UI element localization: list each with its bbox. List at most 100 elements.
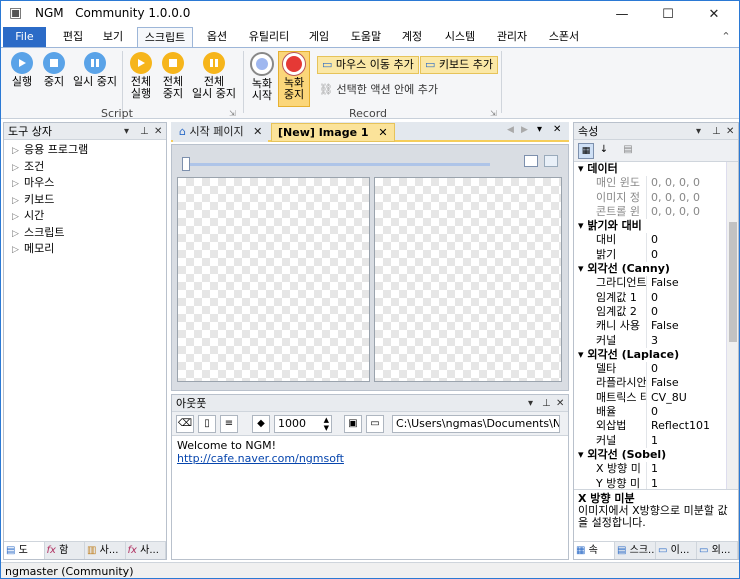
tab-user-2[interactable]: fx 사... [126,542,166,559]
pin-icon[interactable]: ⊥ [542,395,551,412]
tab-system[interactable]: 시스템 [437,27,483,47]
tab-list-icon[interactable]: ▾ [537,124,542,135]
folder-icon[interactable]: ▭ [366,415,384,433]
maximize-button[interactable]: ☐ [645,1,691,27]
save-icon[interactable]: ▣ [344,415,362,433]
property-row[interactable]: 임계값 10 [574,290,738,305]
tab-new-image[interactable]: [New] Image 1 ✕ [271,123,395,142]
document-icon[interactable]: ▯ [198,415,216,433]
tab-admin[interactable]: 관리자 [489,27,535,47]
property-row[interactable]: 델타 0 [574,362,738,377]
property-row[interactable]: X 방향 미1 [574,462,738,477]
tab-start-page[interactable]: ⌂ 시작 페이지 ✕ [173,123,269,142]
expand-icon[interactable]: ▷ [12,209,24,225]
property-row[interactable]: 그라디언트 False [574,276,738,291]
tree-item-time[interactable]: ▷ 시간 [4,208,166,225]
tab-external[interactable]: ▭ 외... [697,542,738,559]
tab-user-1[interactable]: ▥ 사... [85,542,126,559]
category-brightness[interactable]: ▾ 밝기와 대비 [574,219,738,234]
properties-scrollbar[interactable] [726,162,738,489]
tab-game[interactable]: 게임 [301,27,337,47]
pause-button[interactable]: 일시 중지 [71,52,119,88]
single-view-icon[interactable] [524,155,538,167]
dropdown-icon[interactable]: ▾ [696,123,701,140]
tab-script[interactable]: 스크립트 [137,27,193,48]
add-mouse-move-button[interactable]: ▭ 마우스 이동 추가 [317,56,419,74]
scroll-right-icon[interactable]: ▶ [521,125,528,135]
add-in-selected-action-button[interactable]: ⛓ 선택한 액션 안에 추가 [319,81,438,97]
close-tab-icon[interactable]: ✕ [378,126,387,139]
tab-help[interactable]: 도움말 [344,27,388,47]
property-row[interactable]: 매트릭스 타 CV_8U [574,390,738,406]
property-pages-icon[interactable]: ▤ [620,143,636,159]
pause-all-button[interactable]: 전체 일시 중지 [190,52,238,100]
expand-icon[interactable]: ▷ [12,160,24,176]
spinner-icon[interactable]: ▲ ▼ [324,416,329,432]
split-view-icon[interactable] [544,155,558,167]
tree-item-application[interactable]: ▷ 응용 프로그램 [4,142,166,159]
dialog-launcher-icon[interactable]: ⇲ [490,109,497,118]
property-row[interactable]: 라플라시안 False [574,376,738,391]
run-button[interactable]: 실행 [7,52,37,88]
category-canny[interactable]: ▾ 외각선 (Canny) [574,262,738,277]
tab-script-explorer[interactable]: ▤ 스크... [615,542,656,559]
log-path-input[interactable]: C:\Users\ngmas\Documents\NGM5\ [392,415,560,433]
category-laplace[interactable]: ▾ 외각선 (Laplace) [574,347,738,363]
property-row[interactable]: 캐니 사용 False [574,319,738,334]
tab-utility[interactable]: 유틸리티 [243,27,295,47]
list-icon[interactable]: ≡ [220,415,238,433]
dialog-launcher-icon[interactable]: ⇲ [229,109,236,118]
dropdown-icon[interactable]: ▾ [528,395,533,412]
property-row[interactable]: 이미지 정 0, 0, 0, 0 [574,190,738,205]
source-image-canvas[interactable] [177,177,370,382]
tree-item-keyboard[interactable]: ▷ 키보드 [4,192,166,209]
tab-image[interactable]: ▭ 이... [656,542,697,559]
close-button[interactable]: ✕ [691,1,737,27]
property-row[interactable]: Y 방향 미1 [574,476,738,489]
tab-file[interactable]: File [3,27,46,47]
expand-icon[interactable]: ▷ [12,193,24,209]
property-row[interactable]: 콘트롤 윈 0, 0, 0, 0 [574,204,738,220]
expand-icon[interactable]: ▷ [12,176,24,192]
zoom-slider-thumb[interactable] [182,157,190,171]
property-row[interactable]: 배율 0 [574,405,738,420]
tab-toolbox[interactable]: ▤ 도 [4,542,45,559]
dropdown-icon[interactable]: ▾ [124,123,129,140]
collapse-icon[interactable]: ▾ [578,262,584,275]
expand-icon[interactable]: ▷ [12,143,24,159]
close-icon[interactable]: ✕ [154,123,162,140]
clean-icon[interactable]: ⌫ [176,415,194,433]
property-row[interactable]: 대비 0 [574,233,738,248]
record-start-button[interactable]: 녹화 시작 [247,52,277,102]
tab-view[interactable]: 보기 [95,27,131,47]
collapse-ribbon-icon[interactable]: ⌃ [717,27,735,47]
stop-button[interactable]: 중지 [39,52,69,88]
tree-item-condition[interactable]: ▷ 조건 [4,159,166,176]
category-data[interactable]: ▾ 데이터 [574,162,738,177]
property-row[interactable]: 외삽법 Reflect101 [574,419,738,434]
close-document-icon[interactable]: ✕ [553,124,561,135]
pin-icon[interactable]: ⊥ [712,123,721,140]
property-row[interactable]: 매인 윈도 0, 0, 0, 0 [574,176,738,191]
add-keyboard-button[interactable]: ▭ 키보드 추가 [420,56,499,74]
collapse-icon[interactable]: ▾ [578,348,584,361]
tree-item-script[interactable]: ▷ 스크립트 [4,225,166,242]
collapse-icon[interactable]: ▾ [578,219,584,232]
expand-icon[interactable]: ▷ [12,226,24,242]
max-lines-input[interactable]: 1000 ▲ ▼ [274,415,332,433]
tree-item-mouse[interactable]: ▷ 마우스 [4,175,166,192]
scroll-left-icon[interactable]: ◀ [507,125,514,135]
collapse-icon[interactable]: ▾ [578,162,584,175]
result-image-canvas[interactable] [374,177,562,382]
record-stop-button[interactable]: 녹화 중지 [278,51,310,107]
cafe-link[interactable]: http://cafe.naver.com/ngmsoft [177,452,344,465]
tab-properties[interactable]: ▦ 속 [574,542,615,559]
tab-options[interactable]: 옵션 [199,27,235,47]
stop-all-button[interactable]: 전체 중지 [158,52,188,100]
tab-functions[interactable]: fx 함 [45,542,85,559]
collapse-icon[interactable]: ▾ [578,448,584,461]
close-tab-icon[interactable]: ✕ [253,125,262,138]
tab-sponsor[interactable]: 스폰서 [541,27,587,47]
category-sobel[interactable]: ▾ 외각선 (Sobel) [574,447,738,463]
property-row[interactable]: 밝기 0 [574,247,738,263]
